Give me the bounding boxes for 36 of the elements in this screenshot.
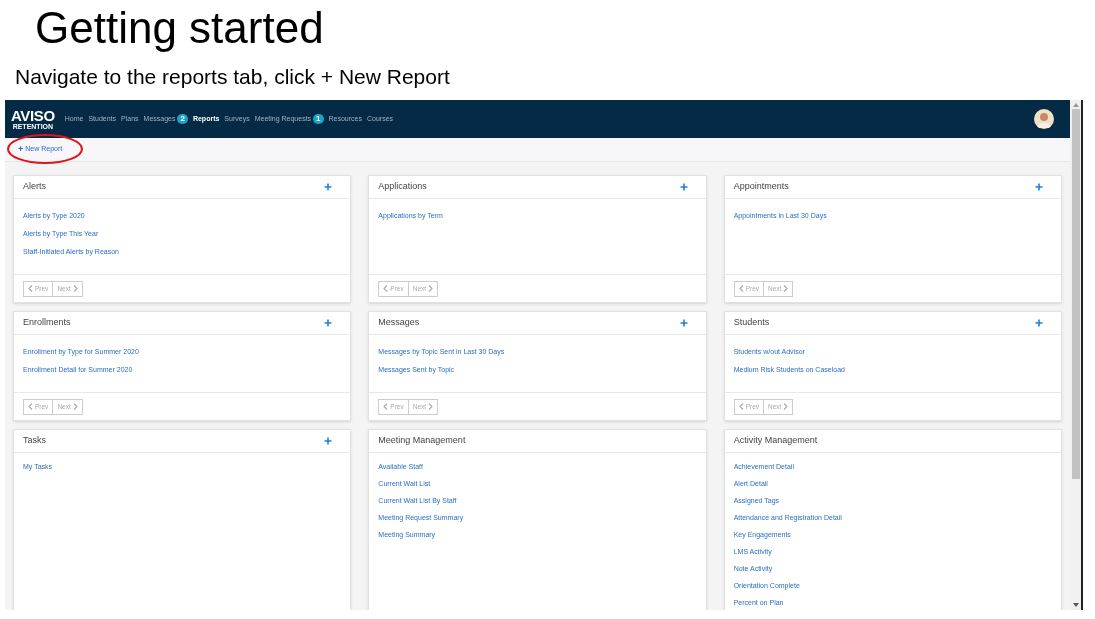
add-icon[interactable] — [679, 319, 688, 327]
add-icon[interactable] — [324, 319, 333, 327]
chevron-right-icon — [428, 285, 434, 292]
scroll-down-icon[interactable] — [1072, 603, 1079, 607]
card-title: Tasks — [23, 434, 46, 448]
chevron-right-icon — [72, 403, 78, 410]
chevron-left-icon — [738, 403, 744, 410]
card-title: Appointments — [733, 180, 789, 194]
add-icon[interactable] — [1035, 319, 1043, 327]
card-title: Students — [733, 316, 770, 330]
chevron-left-icon — [28, 285, 33, 292]
chevron-left-icon — [383, 403, 389, 410]
card-title: Enrollments — [23, 316, 71, 330]
chevron-left-icon — [738, 285, 744, 292]
chevron-left-icon — [28, 403, 33, 410]
count-badge: 2 — [177, 114, 188, 124]
chevron-right-icon — [428, 403, 434, 410]
card-title: Messages — [378, 316, 420, 330]
chevron-right-icon — [783, 403, 789, 410]
slide-subtitle: Navigate to the reports tab, click + New Report — [15, 63, 450, 90]
count-badge: 1 — [313, 114, 324, 124]
add-icon[interactable] — [324, 183, 333, 191]
scroll-thumb[interactable] — [1071, 109, 1080, 479]
slide-title: Getting started — [35, 6, 324, 50]
scroll-up-icon[interactable] — [1072, 103, 1079, 107]
card-title: Meeting Management — [378, 434, 466, 448]
avatar — [1034, 109, 1054, 129]
add-icon[interactable] — [679, 183, 688, 191]
card-title: Alerts — [23, 180, 46, 194]
card-title: Applications — [378, 180, 427, 194]
chevron-left-icon — [383, 285, 389, 292]
add-icon[interactable] — [324, 437, 333, 445]
add-icon[interactable] — [1035, 183, 1043, 191]
chevron-right-icon — [783, 285, 789, 292]
chevron-right-icon — [72, 285, 78, 292]
card-title: Activity Management — [733, 434, 818, 448]
